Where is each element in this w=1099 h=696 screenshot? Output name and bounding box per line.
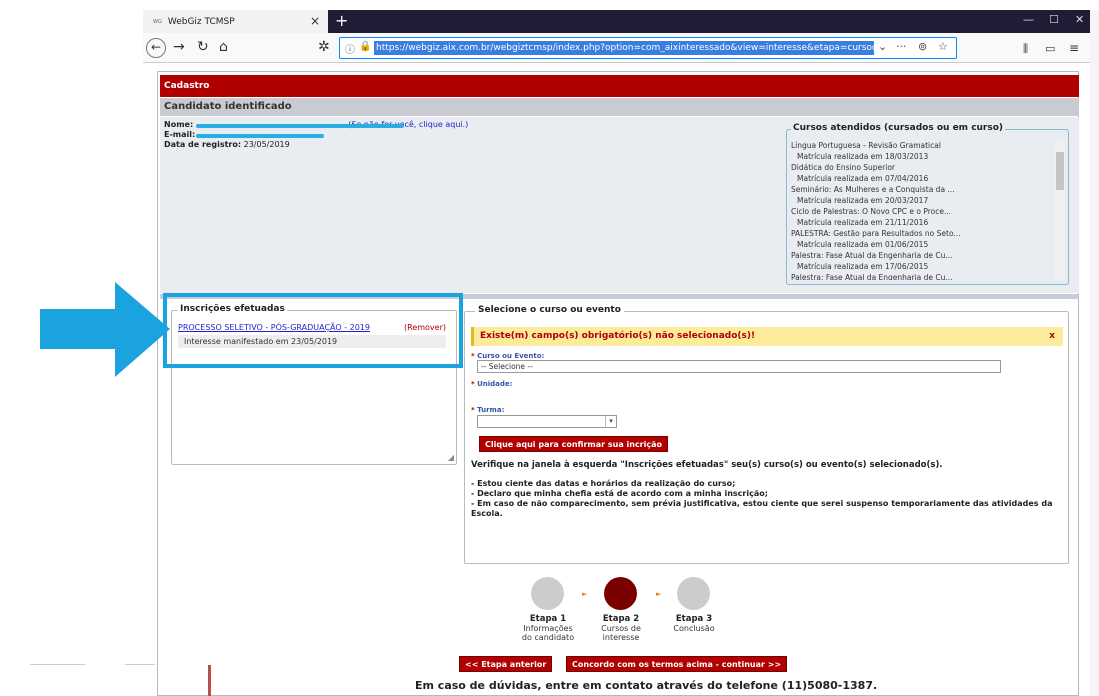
required-mark: * [471, 406, 475, 414]
course-info: Matrícula realizada em 18/03/2013 [797, 152, 929, 161]
bookmark-star-icon[interactable]: ☆ [938, 40, 948, 53]
footer-contact: Em caso de dúvidas, entre em contato atr… [415, 679, 878, 692]
term-item: - Em caso de não comparecimento, sem pré… [471, 499, 1053, 518]
subsection-header: Candidato identificado [160, 98, 1079, 116]
resize-grip-icon[interactable]: ◢ [448, 453, 454, 462]
right-edge [1090, 10, 1099, 696]
course-name: PALESTRA: Gestão para Resultados no Seto… [791, 229, 961, 238]
course-name: Palestra: Fase Atual da Engenharia de Cu… [791, 251, 953, 260]
settings-icon[interactable]: ✲ [318, 38, 330, 56]
email-label: E-mail: [164, 130, 196, 139]
more-icon[interactable]: ··· [896, 40, 907, 53]
lock-icon: 🔒 [359, 41, 372, 52]
tab-title: WebGiz TCMSP [167, 16, 235, 27]
menu-icon[interactable]: ≡ [1069, 39, 1079, 57]
course-name: Ciclo de Palestras: O Novo CPC e o Proce… [791, 207, 952, 216]
required-mark: * [471, 352, 475, 360]
terms-list: - Estou ciente das datas e horários da r… [471, 479, 1066, 519]
step-2-label: Etapa 2 Cursos de interesse [601, 614, 641, 643]
maximize-icon[interactable]: ☐ [1049, 13, 1059, 26]
course-name: Didática do Ensino Superior [791, 163, 896, 172]
section-header: Cadastro [160, 75, 1079, 97]
confirm-button[interactable]: Clique aqui para confirmar sua incrição [479, 436, 669, 452]
course-info: Matrícula realizada em 01/06/2015 [797, 240, 929, 249]
library-icon[interactable]: ⫼ [1023, 40, 1028, 58]
email-line: E-mail: [164, 130, 195, 139]
selection-fieldset: Selecione o curso ou evento Existe(m) ca… [464, 305, 1069, 564]
course-name: Língua Portuguesa - Revisão Gramatical [791, 141, 941, 150]
close-tab-icon[interactable]: × [310, 14, 320, 28]
course-name: Seminário: As Mulheres e a Conquista da … [791, 185, 955, 194]
courses-list[interactable]: Língua Portuguesa - Revisão Gramatical M… [791, 140, 1053, 280]
course-name: Palestra: Fase Atual da Engenharia de Cu… [791, 273, 953, 280]
alert-banner: Existe(m) campo(s) obrigatório(s) não se… [471, 327, 1063, 346]
continue-button[interactable]: Concordo com os termos acima - continuar… [566, 656, 788, 672]
name-label: Nome: [164, 120, 194, 129]
class-select[interactable]: ▾ [477, 415, 617, 428]
course-info: Matrícula realizada em 07/04/2016 [797, 174, 929, 183]
divider [30, 664, 85, 665]
back-icon[interactable]: ← [146, 38, 166, 58]
step-2-circle [604, 577, 637, 610]
url-bar[interactable]: ⓘ 🔒 https://webgiz.aix.com.br/webgiztcms… [339, 37, 957, 59]
verify-text: Verifique na janela à esquerda "Inscriçõ… [471, 460, 943, 470]
prev-step-button[interactable]: << Etapa anterior [459, 656, 553, 672]
step-1-label: Etapa 1 Informações do candidato [521, 614, 575, 643]
course-info: Matrícula realizada em 20/03/2017 [797, 196, 929, 205]
highlight-box [163, 293, 463, 368]
alert-text: Existe(m) campo(s) obrigatório(s) não se… [480, 331, 756, 341]
nav-bar: ← → ↻ ⌂ ✲ ⓘ 🔒 https://webgiz.aix.com.br/… [143, 33, 1099, 63]
term-item: - Estou ciente das datas e horários da r… [471, 479, 736, 488]
reload-icon[interactable]: ↻ [197, 38, 209, 56]
course-field-label: * Curso ou Evento: [471, 352, 545, 360]
unit-field-label: * Unidade: [471, 380, 513, 388]
selection-title: Selecione o curso ou evento [475, 305, 624, 315]
scrollbar-thumb[interactable] [1056, 152, 1064, 190]
url-text[interactable]: https://webgiz.aix.com.br/webgiztcmsp/in… [374, 41, 874, 55]
new-tab-icon[interactable]: + [335, 11, 348, 30]
course-select[interactable]: -- Selecione -- [477, 360, 1001, 373]
step-arrow-icon: ► [582, 590, 588, 598]
info-icon[interactable]: ⓘ [345, 41, 355, 56]
redacted-email [196, 134, 324, 138]
courses-fieldset: Cursos atendidos (cursados ou em curso) … [786, 123, 1069, 285]
term-item: - Declaro que minha chefia está de acord… [471, 489, 768, 498]
step-3-label: Etapa 3 Conclusão [673, 614, 715, 634]
reg-line: Data de registro: 23/05/2019 [164, 140, 290, 149]
close-window-icon[interactable]: ✕ [1075, 13, 1084, 26]
forward-icon[interactable]: → [173, 38, 185, 56]
step-3-circle [677, 577, 710, 610]
home-icon[interactable]: ⌂ [219, 38, 228, 56]
redacted-name [196, 124, 404, 128]
sidebar-icon[interactable]: ▭ [1045, 40, 1055, 58]
browser-tab[interactable]: WG WebGiz TCMSP × [143, 10, 328, 33]
chevron-down-icon[interactable]: ▾ [605, 416, 616, 427]
step-1-circle [531, 577, 564, 610]
favicon-icon: WG [153, 18, 162, 25]
class-field-label: * Turma: [471, 406, 505, 414]
red-marker [208, 665, 211, 696]
courses-title: Cursos atendidos (cursados ou em curso) [791, 123, 1006, 133]
dropdown-icon[interactable]: ⌄ [878, 40, 887, 53]
required-mark: * [471, 380, 475, 388]
divider [125, 664, 155, 665]
tab-bar: WG WebGiz TCMSP × + — ☐ ✕ [143, 10, 1099, 33]
pocket-icon[interactable]: ⊚ [918, 40, 927, 53]
step-arrow-icon: ► [656, 590, 662, 598]
courses-scrollbar[interactable] [1055, 140, 1065, 280]
minimize-icon[interactable]: — [1023, 13, 1034, 26]
course-info: Matrícula realizada em 17/06/2015 [797, 262, 929, 271]
reg-label: Data de registro: [164, 140, 242, 149]
course-info: Matrícula realizada em 21/11/2016 [797, 218, 929, 227]
alert-close-icon[interactable]: x [1049, 327, 1055, 346]
reg-date: 23/05/2019 [243, 140, 290, 149]
blue-arrow-icon [40, 282, 170, 377]
